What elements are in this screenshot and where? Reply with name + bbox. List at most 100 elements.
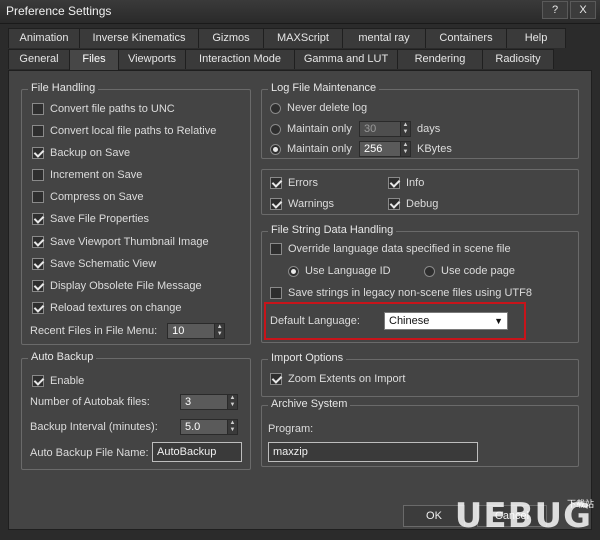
default-language-select[interactable]: Chinese ▼: [384, 312, 508, 330]
kb-spinner[interactable]: 256 ▲ ▼: [359, 141, 411, 157]
tab-maxscript[interactable]: MAXScript: [263, 28, 343, 48]
backup-on-save-option[interactable]: Backup on Save: [32, 144, 130, 162]
convert-relative-option[interactable]: Convert local file paths to Relative: [32, 122, 216, 140]
maintain-days-radio[interactable]: [270, 123, 281, 135]
info-checkbox[interactable]: [388, 177, 400, 189]
errors-checkbox[interactable]: [270, 177, 282, 189]
spinner-up-icon[interactable]: ▲: [401, 142, 410, 149]
never-delete-option[interactable]: Never delete log: [270, 99, 367, 117]
override-language-option[interactable]: Override language data specified in scen…: [270, 240, 511, 258]
save-thumbnail-option[interactable]: Save Viewport Thumbnail Image: [32, 233, 209, 251]
utf8-option[interactable]: Save strings in legacy non-scene files u…: [270, 284, 532, 302]
tab-general[interactable]: General: [8, 49, 70, 69]
debug-checkbox[interactable]: [388, 198, 400, 210]
recent-files-label: Recent Files in File Menu:: [30, 325, 158, 337]
maintain-kb-radio[interactable]: [270, 143, 281, 155]
window-title: Preference Settings: [6, 4, 112, 18]
warnings-option[interactable]: Warnings: [270, 195, 334, 213]
spinner-down-icon[interactable]: ▼: [228, 427, 237, 434]
recent-files-field[interactable]: 10: [167, 323, 216, 339]
backup-interval-spinner[interactable]: 5.0 ▲ ▼: [180, 419, 238, 435]
use-code-page-radio[interactable]: [424, 265, 435, 277]
spinner-up-icon[interactable]: ▲: [228, 395, 237, 402]
kb-field[interactable]: 256: [359, 141, 401, 157]
backup-interval-arrows[interactable]: ▲ ▼: [228, 419, 238, 435]
save-file-properties-option[interactable]: Save File Properties: [32, 210, 149, 228]
tab-rendering[interactable]: Rendering: [397, 49, 483, 69]
tab-interaction-mode[interactable]: Interaction Mode: [185, 49, 295, 69]
maintain-kb-option[interactable]: Maintain only 256 ▲ ▼ KBytes: [270, 140, 452, 158]
utf8-label: Save strings in legacy non-scene files u…: [288, 287, 532, 299]
tab-files[interactable]: Files: [69, 49, 119, 71]
convert-relative-checkbox[interactable]: [32, 125, 44, 137]
program-input[interactable]: maxzip: [268, 442, 478, 462]
import-options-group: Import Options Zoom Extents on Import: [261, 352, 579, 397]
use-code-page-option[interactable]: Use code page: [424, 262, 515, 280]
increment-on-save-checkbox[interactable]: [32, 169, 44, 181]
warnings-checkbox[interactable]: [270, 198, 282, 210]
info-option[interactable]: Info: [388, 174, 424, 192]
convert-unc-option[interactable]: Convert file paths to UNC: [32, 100, 175, 118]
tab-mental-ray[interactable]: mental ray: [342, 28, 426, 48]
compress-on-save-checkbox[interactable]: [32, 191, 44, 203]
recent-files-arrows[interactable]: ▲ ▼: [215, 323, 226, 339]
tab-viewports[interactable]: Viewports: [118, 49, 186, 69]
help-window-button[interactable]: ?: [542, 1, 568, 19]
convert-unc-checkbox[interactable]: [32, 103, 44, 115]
save-schematic-checkbox[interactable]: [32, 258, 44, 270]
tab-inverse-kinematics[interactable]: Inverse Kinematics: [79, 28, 199, 48]
display-obsolete-option[interactable]: Display Obsolete File Message: [32, 277, 202, 295]
save-file-properties-checkbox[interactable]: [32, 213, 44, 225]
zoom-extents-option[interactable]: Zoom Extents on Import: [270, 370, 405, 388]
save-file-properties-label: Save File Properties: [50, 213, 150, 225]
tab-help[interactable]: Help: [506, 28, 566, 48]
tab-gamma-and-lut[interactable]: Gamma and LUT: [294, 49, 398, 69]
display-obsolete-checkbox[interactable]: [32, 280, 44, 292]
kb-arrows[interactable]: ▲ ▼: [401, 141, 411, 157]
override-language-checkbox[interactable]: [270, 243, 282, 255]
debug-option[interactable]: Debug: [388, 195, 438, 213]
utf8-checkbox[interactable]: [270, 287, 282, 299]
maintain-days-option[interactable]: Maintain only 30 ▲ ▼ days: [270, 120, 440, 138]
spinner-down-icon[interactable]: ▼: [401, 149, 410, 156]
save-schematic-option[interactable]: Save Schematic View: [32, 255, 156, 273]
compress-on-save-option[interactable]: Compress on Save: [32, 188, 144, 206]
recent-files-spinner[interactable]: 10 ▲ ▼: [167, 323, 226, 339]
spinner-up-icon[interactable]: ▲: [401, 122, 410, 129]
autobak-count-field[interactable]: 3: [180, 394, 228, 410]
autobak-count-arrows[interactable]: ▲ ▼: [228, 394, 238, 410]
autobak-count-spinner[interactable]: 3 ▲ ▼: [180, 394, 238, 410]
auto-backup-group: Auto Backup Enable Number of Autobak fil…: [21, 351, 251, 470]
warnings-label: Warnings: [288, 198, 335, 210]
chevron-down-icon[interactable]: ▼: [494, 313, 503, 329]
tab-gizmos[interactable]: Gizmos: [198, 28, 264, 48]
backup-interval-field[interactable]: 5.0: [180, 419, 228, 435]
save-thumbnail-checkbox[interactable]: [32, 236, 44, 248]
spinner-down-icon[interactable]: ▼: [215, 331, 224, 338]
spinner-down-icon[interactable]: ▼: [401, 129, 410, 136]
tab-animation[interactable]: Animation: [8, 28, 80, 48]
reload-textures-option[interactable]: Reload textures on change: [32, 299, 181, 317]
tab-radiosity[interactable]: Radiosity: [482, 49, 554, 69]
days-spinner[interactable]: 30 ▲ ▼: [359, 121, 411, 137]
use-language-id-option[interactable]: Use Language ID: [288, 262, 391, 280]
files-tab-panel: File Handling Convert file paths to UNC …: [8, 70, 592, 530]
enable-backup-option[interactable]: Enable: [32, 372, 84, 390]
reload-textures-checkbox[interactable]: [32, 302, 44, 314]
backup-on-save-checkbox[interactable]: [32, 147, 44, 159]
save-schematic-label: Save Schematic View: [50, 258, 157, 270]
errors-option[interactable]: Errors: [270, 174, 318, 192]
enable-backup-checkbox[interactable]: [32, 375, 44, 387]
backup-filename-input[interactable]: AutoBackup: [152, 442, 242, 462]
spinner-down-icon[interactable]: ▼: [228, 402, 237, 409]
increment-on-save-option[interactable]: Increment on Save: [32, 166, 142, 184]
spinner-up-icon[interactable]: ▲: [228, 420, 237, 427]
close-window-button[interactable]: X: [570, 1, 596, 19]
never-delete-radio[interactable]: [270, 102, 281, 114]
spinner-up-icon[interactable]: ▲: [215, 324, 224, 331]
use-language-id-radio[interactable]: [288, 265, 299, 277]
days-arrows[interactable]: ▲ ▼: [401, 121, 411, 137]
days-field[interactable]: 30: [359, 121, 401, 137]
zoom-extents-checkbox[interactable]: [270, 373, 282, 385]
tab-containers[interactable]: Containers: [425, 28, 507, 48]
